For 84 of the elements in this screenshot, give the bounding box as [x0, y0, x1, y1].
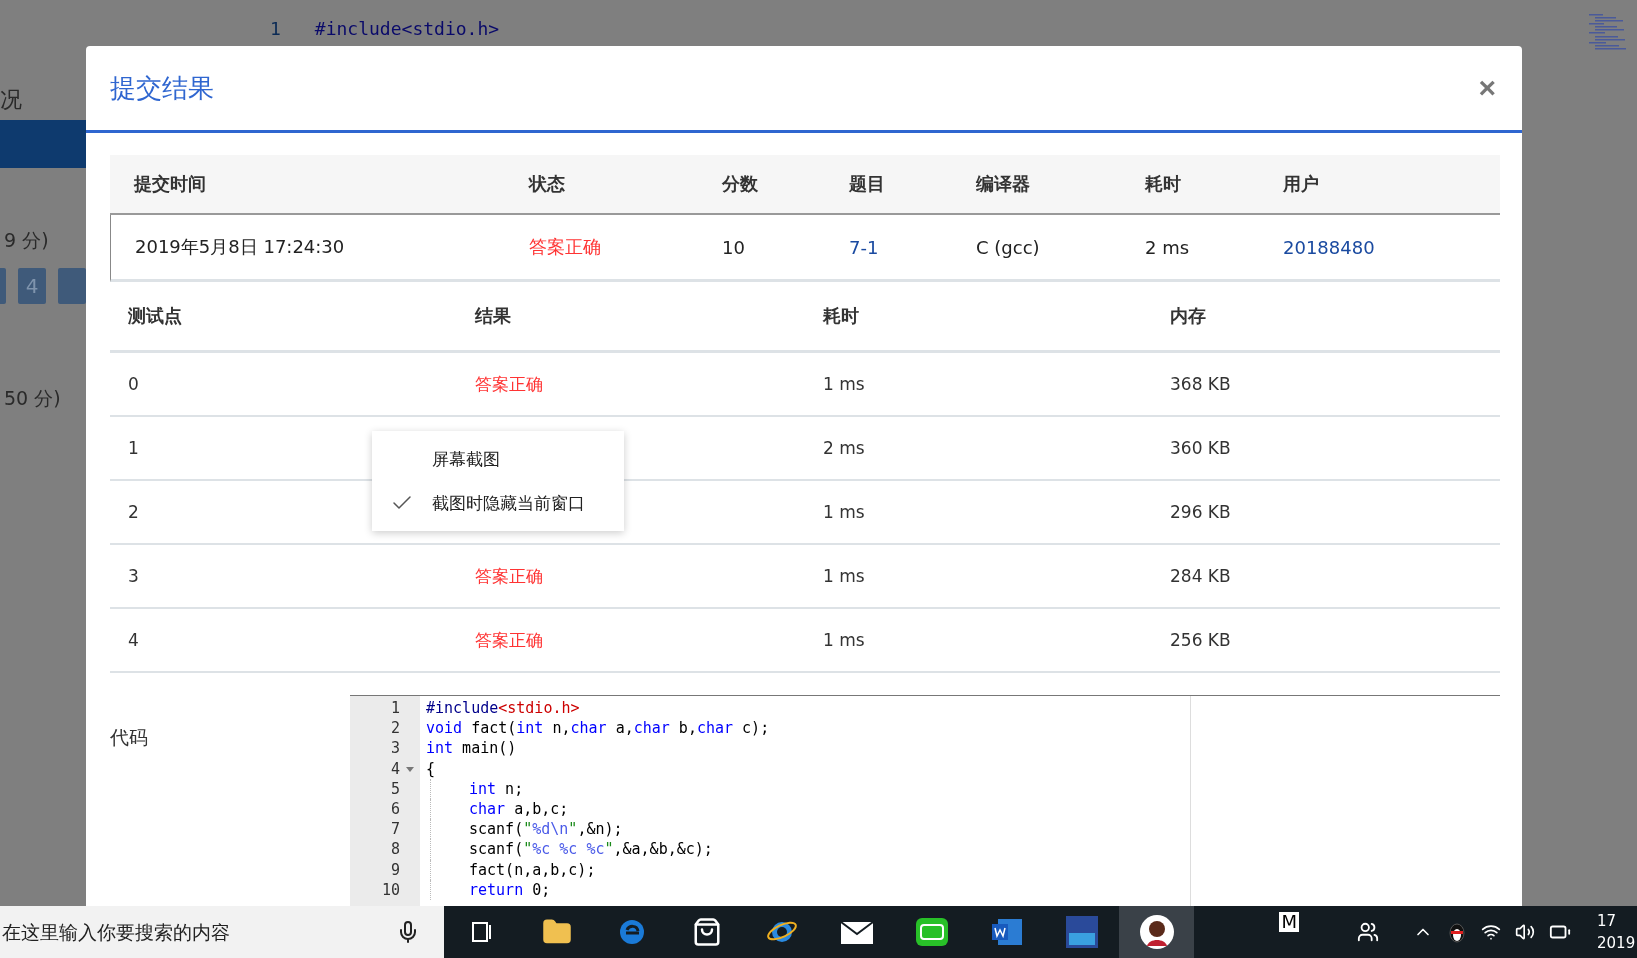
code-line: scanf("%c %c %c",&a,&b,&c); [469, 839, 713, 860]
table-cell: 10 [722, 236, 745, 258]
code-line: void fact(int n,char a,char b,char c); [426, 718, 770, 739]
table-cell: 368 KB [1170, 374, 1231, 394]
result-text: 答案正确 [475, 372, 543, 396]
menu-item[interactable]: 截图时隐藏当前窗口 [372, 481, 624, 525]
video-app-icon [914, 917, 949, 947]
code-line: fact(n,a,b,c); [469, 859, 596, 880]
code-line: #include<stdio.h> [426, 698, 580, 719]
table-cell: 1 [128, 438, 139, 458]
score-text: 50 分) [4, 386, 62, 411]
line-number: 10 [381, 879, 400, 900]
people-icon[interactable] [1357, 921, 1379, 943]
penguin-icon[interactable] [1447, 920, 1467, 944]
mail-icon [839, 919, 874, 945]
result-text: 答案正确 [475, 564, 543, 588]
document-app-icon [989, 917, 1024, 947]
table-cell: 1 ms [823, 502, 865, 522]
table-cell: 296 KB [1170, 502, 1231, 522]
column-header: 题目 [849, 172, 885, 196]
column-header: 状态 [529, 172, 565, 196]
line-number: 9 [390, 859, 400, 880]
table-cell: 360 KB [1170, 438, 1231, 458]
line-number: 1 [390, 698, 400, 719]
tray-letter: M [1279, 912, 1299, 932]
column-header: 分数 [722, 172, 758, 196]
table-cell: 2 ms [1145, 236, 1190, 258]
close-button[interactable]: × [1474, 71, 1500, 105]
clock-text[interactable]: 17 [1597, 910, 1637, 932]
search-field[interactable]: 在这里输入你要搜索的内容 [0, 920, 384, 944]
taskbar-app[interactable] [1119, 906, 1194, 958]
column-header: 结果 [475, 304, 511, 328]
line-number: 5 [390, 778, 400, 799]
column-header: 用户 [1283, 172, 1319, 196]
line-number: 3 [390, 738, 400, 759]
column-header: 耗时 [823, 304, 859, 328]
result-text: 答案正确 [475, 628, 543, 652]
avatar-icon [1138, 914, 1175, 950]
score-text: 9 分) [4, 228, 50, 253]
code-line: int main() [426, 738, 517, 759]
line-number: 4 [390, 758, 400, 779]
column-header: 测试点 [128, 304, 182, 328]
code-line: #include<stdio.h> [314, 18, 500, 39]
volume-icon[interactable] [1515, 922, 1535, 942]
column-header: 耗时 [1145, 172, 1181, 196]
code-line: { [426, 758, 436, 779]
menu-item[interactable]: 屏幕截图 [372, 437, 624, 481]
line-number: 6 [390, 798, 400, 820]
line-number: 8 [390, 839, 400, 860]
table-cell: 284 KB [1170, 566, 1231, 586]
table-cell: 1 ms [823, 630, 865, 650]
table-cell: 1 ms [823, 566, 865, 586]
column-header: 编译器 [976, 172, 1030, 196]
code-line: scanf("%d\n",&n); [469, 819, 623, 840]
table-cell: 1 ms [823, 374, 865, 394]
table-cell: 3 [128, 566, 139, 586]
line-number: 7 [390, 819, 400, 840]
code-line: int n; [469, 778, 524, 799]
wifi-icon[interactable] [1481, 922, 1501, 942]
line-number: 1 [270, 18, 281, 39]
column-header: 内存 [1170, 304, 1206, 328]
task-view-icon [469, 921, 494, 943]
code-line: return 0; [469, 879, 551, 900]
table-cell: 2 ms [823, 438, 865, 458]
table-cell: C (gcc) [976, 236, 1040, 258]
table-cell: 0 [128, 374, 139, 394]
code-line: char a,b,c; [469, 798, 569, 820]
nav-item[interactable]: 况 [0, 80, 86, 120]
fold-caret-icon[interactable] [406, 766, 414, 773]
table-cell: 4 [128, 630, 139, 650]
dialog-title: 提交结果 [110, 71, 214, 105]
table-cell: 2 [128, 502, 139, 522]
browser-icon [617, 918, 646, 946]
clock-text[interactable]: 2019 [1597, 932, 1637, 954]
table-cell: 答案正确 [529, 235, 601, 259]
code-label: 代码 [110, 726, 148, 748]
column-header: 提交时间 [134, 172, 206, 196]
table-cell: 2019年5月8日 17:24:30 [135, 235, 345, 259]
search-box[interactable]: 在这里输入你要搜索的内容 [0, 906, 444, 958]
table-cell: 256 KB [1170, 630, 1231, 650]
table-link[interactable]: 7-1 [849, 236, 879, 258]
ide-icon [1064, 915, 1099, 949]
line-number: 2 [390, 718, 400, 739]
table-link[interactable]: 20188480 [1283, 236, 1375, 258]
